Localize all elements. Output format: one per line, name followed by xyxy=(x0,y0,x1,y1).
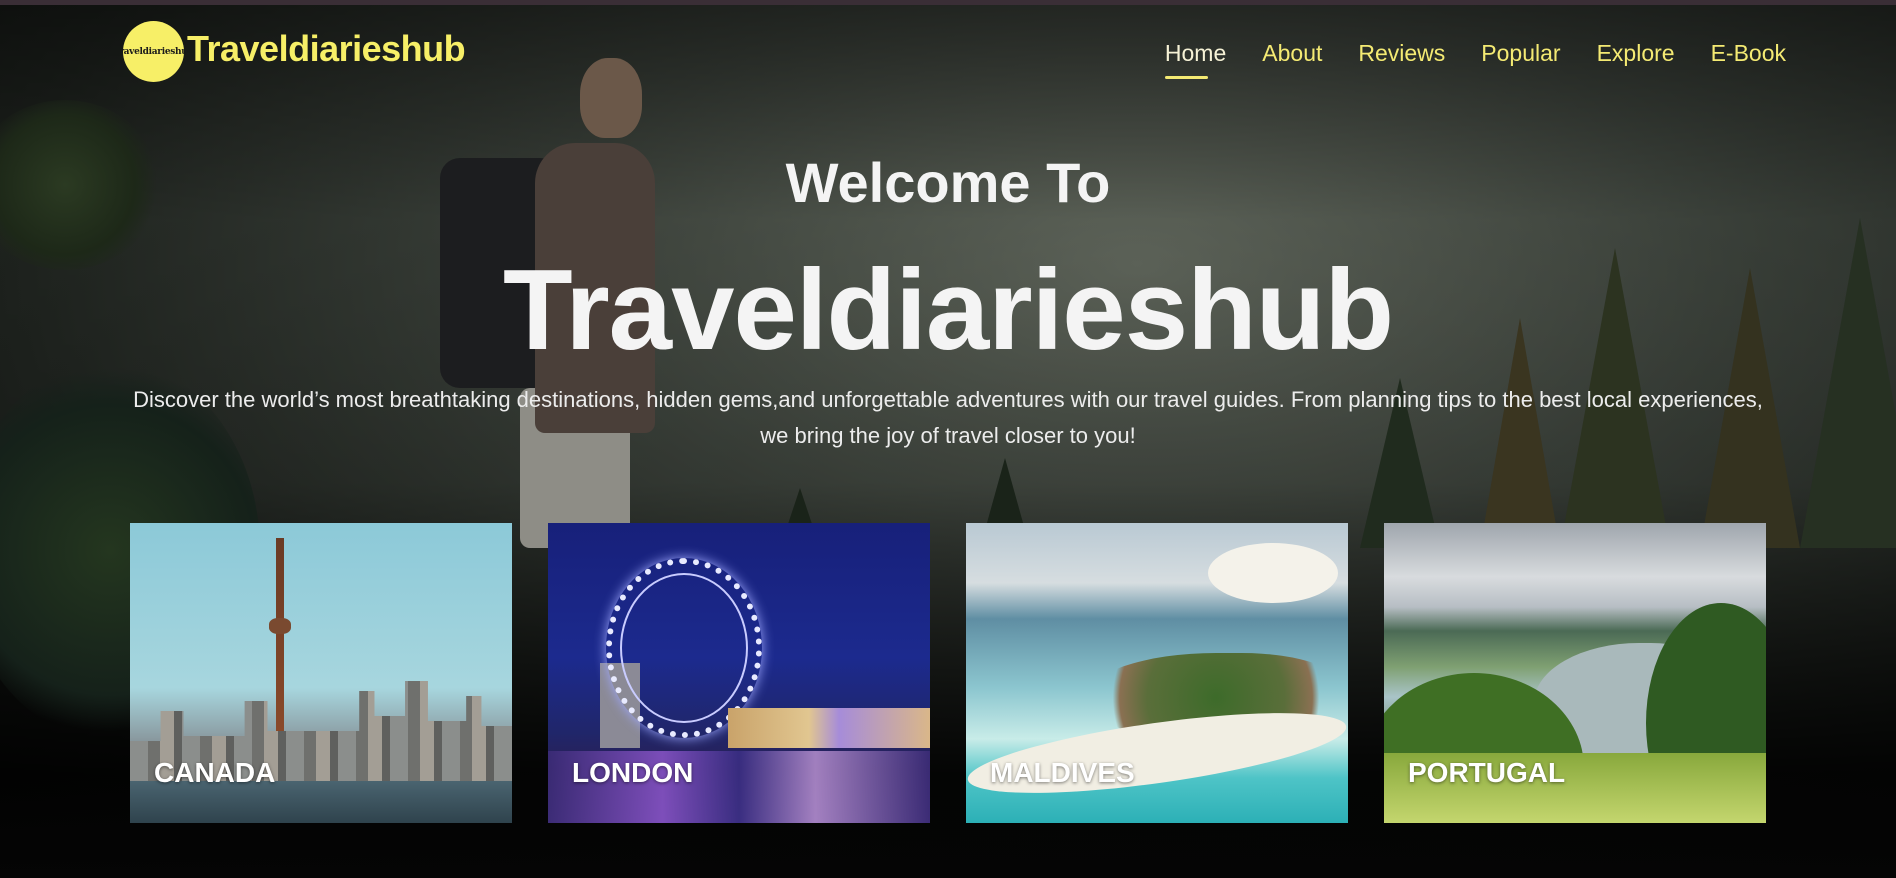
destination-card-london[interactable]: LONDON xyxy=(548,523,930,823)
destination-cards: CANADA LONDON MALDIVES PORTUGAL xyxy=(130,523,1766,823)
top-border xyxy=(0,0,1896,5)
nav-popular[interactable]: Popular xyxy=(1481,40,1560,67)
brand-name[interactable]: Traveldiarieshub xyxy=(187,28,466,70)
logo-badge[interactable]: Traveldiarieshub xyxy=(123,21,184,82)
nav-ebook[interactable]: E-Book xyxy=(1711,40,1786,67)
destination-card-maldives[interactable]: MALDIVES xyxy=(966,523,1348,823)
nav-about[interactable]: About xyxy=(1262,40,1322,67)
ferris-wheel-inner xyxy=(620,573,748,723)
welcome-heading: Welcome To xyxy=(785,151,1111,214)
destination-card-canada[interactable]: CANADA xyxy=(130,523,512,823)
main-nav: Home About Reviews Popular Explore E-Boo… xyxy=(1164,40,1786,79)
nav-explore[interactable]: Explore xyxy=(1597,40,1675,67)
hero-title: Traveldiarieshub xyxy=(502,247,1394,374)
destination-card-portugal[interactable]: PORTUGAL xyxy=(1384,523,1766,823)
cn-tower-pod xyxy=(269,618,291,634)
hiker-head xyxy=(580,58,642,138)
destination-label: PORTUGAL xyxy=(1408,757,1566,788)
cloud-image xyxy=(1208,543,1338,603)
nav-home[interactable]: Home xyxy=(1164,40,1226,79)
destination-label: CANADA xyxy=(154,757,276,788)
destination-label: LONDON xyxy=(572,757,694,788)
county-hall-image xyxy=(728,708,930,748)
hero-description: Discover the world’s most breathtaking d… xyxy=(133,387,1763,448)
cn-tower-image xyxy=(276,538,284,738)
destination-label: MALDIVES xyxy=(990,757,1135,788)
nav-reviews[interactable]: Reviews xyxy=(1358,40,1445,67)
